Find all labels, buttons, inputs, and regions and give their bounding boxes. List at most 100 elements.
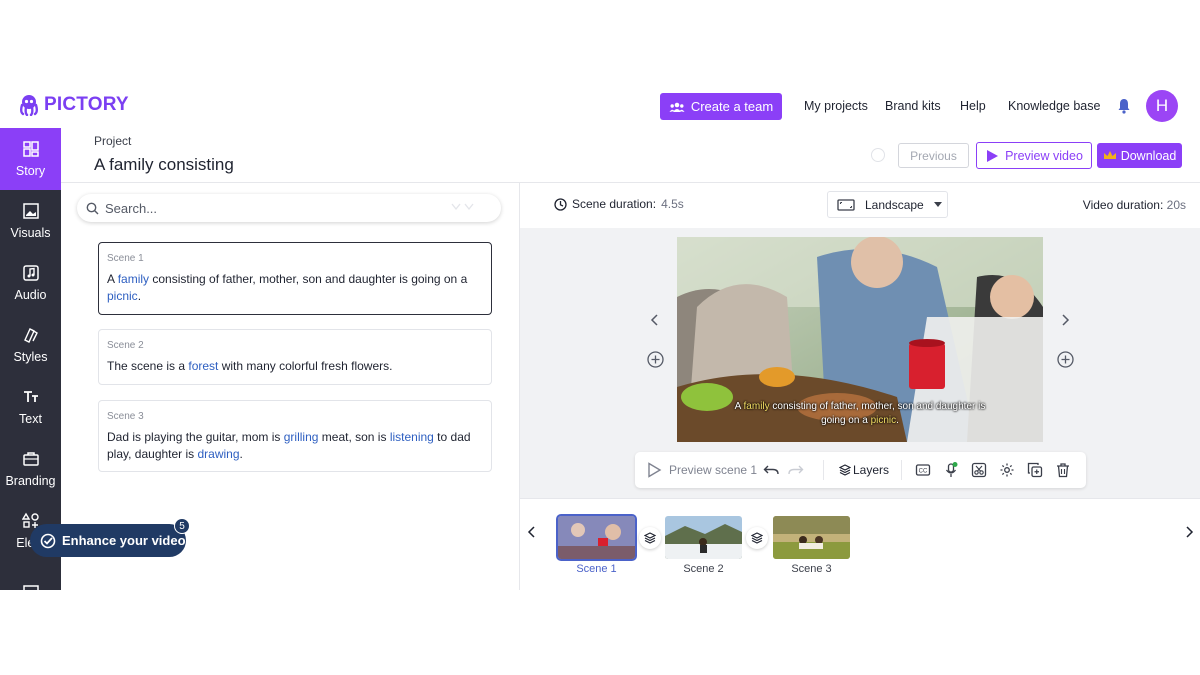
- chevron-up-down-icon[interactable]: [451, 203, 475, 211]
- scene-keyword[interactable]: forest: [188, 359, 218, 373]
- bell-icon[interactable]: [1117, 98, 1131, 114]
- search-input[interactable]: [105, 200, 435, 216]
- video-caption: A family consisting of father, mother, s…: [677, 400, 1043, 428]
- project-title[interactable]: A family consisting: [94, 155, 234, 175]
- sidebar-item-label: Story: [15, 164, 46, 178]
- image-icon: [22, 585, 39, 590]
- header-divider: [61, 182, 1200, 183]
- sidebar-item-styles[interactable]: Styles: [0, 314, 61, 376]
- filmstrip-thumb-1[interactable]: [556, 514, 637, 561]
- nav-brand-kits[interactable]: Brand kits: [885, 99, 941, 113]
- briefcase-icon: [22, 452, 39, 466]
- filmstrip-label-2: Scene 2: [683, 563, 724, 575]
- caret-down-icon: [933, 202, 942, 207]
- scene-text-segment: A: [107, 272, 118, 286]
- sidebar-item-visuals[interactable]: Visuals: [0, 190, 61, 252]
- text-icon: [23, 391, 38, 402]
- scene-text[interactable]: The scene is a forest with many colorful…: [107, 358, 483, 375]
- toolbar-divider: [823, 460, 824, 480]
- download-button[interactable]: Download: [1097, 143, 1182, 168]
- add-scene-after-icon[interactable]: [1057, 351, 1074, 368]
- nav-my-projects[interactable]: My projects: [804, 99, 868, 113]
- microphone-ai-icon[interactable]: [943, 462, 959, 478]
- scene-keyword[interactable]: picnic: [107, 289, 138, 303]
- chevron-right-icon[interactable]: [1058, 313, 1072, 327]
- search-bar[interactable]: [77, 194, 501, 222]
- scene-label: Scene 2: [107, 340, 144, 351]
- redo-icon[interactable]: [788, 462, 804, 478]
- layers-button[interactable]: Layers: [853, 463, 889, 477]
- chevron-left-icon[interactable]: [648, 313, 662, 327]
- preview-video-button[interactable]: Preview video: [976, 142, 1092, 169]
- avatar-initial: H: [1155, 96, 1169, 115]
- trash-icon[interactable]: [1055, 462, 1071, 478]
- scene-text[interactable]: A family consisting of father, mother, s…: [107, 271, 483, 305]
- sidebar-item-text[interactable]: Text: [0, 376, 61, 438]
- scene-keyword[interactable]: drawing: [198, 447, 240, 461]
- top-header: PICTORY Create a team My projects Brand …: [0, 88, 1200, 128]
- styles-icon: [23, 328, 38, 343]
- toolbar-divider: [901, 460, 902, 480]
- sidebar-item-story[interactable]: Story: [0, 128, 61, 190]
- scene-keyword[interactable]: listening: [390, 430, 434, 444]
- nav-knowledge-base[interactable]: Knowledge base: [1008, 99, 1100, 113]
- duplicate-icon[interactable]: [1027, 462, 1043, 478]
- scene-text-segment: consisting of father, mother, son and da…: [149, 272, 468, 286]
- project-label: Project: [94, 134, 132, 148]
- play-icon[interactable]: [647, 462, 662, 478]
- add-scene-before-icon[interactable]: [647, 351, 664, 368]
- sidebar-item-branding[interactable]: Branding: [0, 438, 61, 500]
- logo-text: PICTORY: [44, 94, 129, 115]
- avatar[interactable]: H: [1146, 90, 1178, 122]
- filmstrip-divider: [520, 498, 1200, 499]
- orientation-dropdown[interactable]: Landscape: [827, 191, 948, 218]
- video-preview[interactable]: A family consisting of father, mother, s…: [677, 237, 1043, 442]
- transition-layer-button[interactable]: [746, 527, 768, 549]
- svg-text:CC: CC: [919, 469, 928, 475]
- filmstrip-right-icon[interactable]: [1184, 526, 1194, 538]
- scene-text-segment: .: [239, 447, 243, 461]
- loading-spinner-icon: [871, 148, 885, 162]
- scene-text[interactable]: Dad is playing the guitar, mom is grilli…: [107, 429, 483, 463]
- undo-icon[interactable]: [763, 462, 779, 478]
- crown-icon: [1103, 151, 1116, 159]
- orientation-label: Landscape: [865, 197, 924, 212]
- landscape-icon: [837, 198, 855, 211]
- transition-layer-button[interactable]: [639, 527, 661, 549]
- nav-help[interactable]: Help: [960, 99, 986, 113]
- enhance-video-label: Enhance your video: [62, 533, 186, 548]
- logo[interactable]: PICTORY: [18, 94, 129, 116]
- closed-captions-icon[interactable]: CC: [915, 462, 931, 478]
- enhance-video-button[interactable]: Enhance your video: [30, 524, 186, 557]
- team-icon: [669, 102, 685, 112]
- preview-video-label: Preview video: [1005, 148, 1083, 163]
- caption-highlight: family: [743, 401, 770, 412]
- previous-button[interactable]: Previous: [898, 143, 969, 168]
- caption-highlight: picnic: [870, 415, 897, 426]
- sidebar-item-more[interactable]: [0, 562, 61, 590]
- scene-card-1[interactable]: Scene 1 A family consisting of father, m…: [98, 242, 492, 315]
- gear-icon[interactable]: [999, 462, 1015, 478]
- sidebar: Story Visuals Audio Styles Text Branding…: [0, 128, 61, 590]
- scene-text-segment: with many colorful fresh flowers.: [218, 359, 393, 373]
- scene-card-3[interactable]: Scene 3 Dad is playing the guitar, mom i…: [98, 400, 492, 472]
- scene-duration[interactable]: Scene duration: 4.5s: [554, 197, 684, 211]
- layers-icon: [751, 532, 763, 544]
- scene-keyword[interactable]: family: [118, 272, 149, 286]
- filmstrip-thumb-3[interactable]: [773, 516, 850, 559]
- create-team-button[interactable]: Create a team: [660, 93, 782, 120]
- sidebar-item-audio[interactable]: Audio: [0, 252, 61, 314]
- scene-keyword[interactable]: grilling: [284, 430, 319, 444]
- preview-scene-label[interactable]: Preview scene 1: [669, 463, 757, 477]
- sidebar-item-label: Styles: [13, 350, 48, 364]
- filmstrip-left-icon[interactable]: [527, 526, 537, 538]
- filmstrip-label-3: Scene 3: [791, 563, 832, 575]
- video-duration-value: 20s: [1166, 198, 1186, 212]
- scene-duration-value: 4.5s: [661, 197, 684, 211]
- play-icon: [987, 149, 999, 162]
- music-note-icon: [22, 265, 39, 281]
- caption-segment: .: [896, 415, 899, 426]
- filmstrip-thumb-2[interactable]: [665, 516, 742, 559]
- scissors-icon[interactable]: [971, 462, 987, 478]
- scene-card-2[interactable]: Scene 2 The scene is a forest with many …: [98, 329, 492, 385]
